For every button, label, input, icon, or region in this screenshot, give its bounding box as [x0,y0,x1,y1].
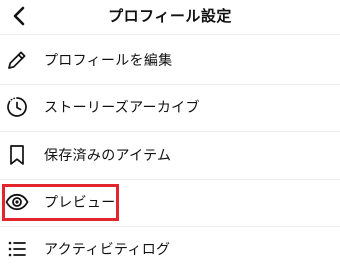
page-title: プロフィール設定 [108,7,232,25]
pencil-icon [8,51,26,69]
menu-item-label: プレビュー [44,195,116,211]
clock-history-icon [7,97,27,117]
menu-item-saved-items[interactable]: 保存済みのアイテム [0,132,340,178]
list-icon [8,241,26,257]
menu-item-preview[interactable]: プレビュー [0,179,340,225]
divider [0,34,340,35]
menu-item-label: ストーリーズアーカイブ [44,100,200,116]
bookmark-icon [10,145,24,165]
menu-item-stories-archive[interactable]: ストーリーズアーカイブ [0,84,340,130]
menu-item-edit-profile[interactable]: プロフィールを編集 [0,37,340,83]
menu-item-label: 保存済みのアイテム [44,148,172,164]
menu-item-activity-log[interactable]: アクティビティログ [0,226,340,272]
menu-item-label: プロフィールを編集 [44,53,173,69]
menu-item-label: アクティビティログ [44,242,171,258]
header: プロフィール設定 [0,0,340,34]
eye-icon [5,193,29,211]
